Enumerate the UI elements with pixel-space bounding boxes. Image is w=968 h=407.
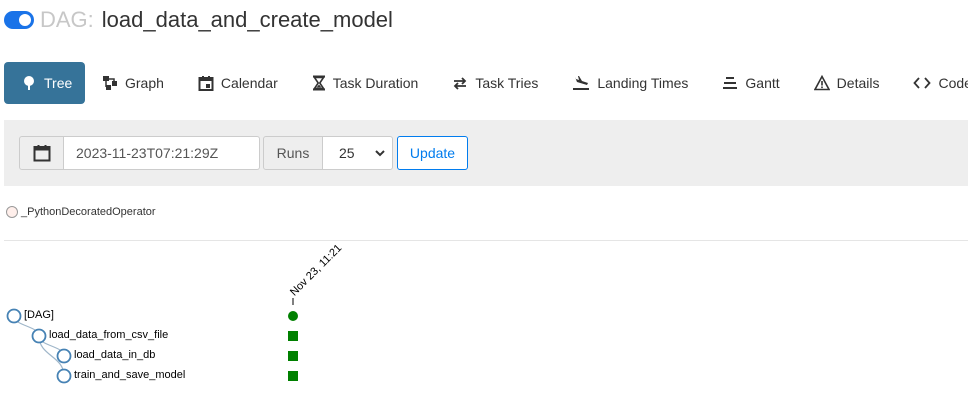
tab-label: Task Tries: [475, 75, 539, 91]
tab-label: Landing Times: [597, 75, 689, 91]
toggle-knob: [19, 14, 31, 26]
tab-label: Task Duration: [332, 75, 419, 91]
tab-gantt[interactable]: Gantt: [705, 62, 796, 104]
runs-label: Runs: [263, 136, 323, 170]
tab-calendar[interactable]: Calendar: [181, 62, 295, 104]
task-instance-status[interactable]: [288, 351, 298, 361]
tab-label: Gantt: [745, 75, 780, 91]
chevron-down-icon: [375, 150, 385, 157]
tree-node-train-and-save-model[interactable]: [56, 368, 72, 384]
code-icon: [913, 77, 932, 89]
tree-node-load-data-in-db[interactable]: [56, 348, 72, 364]
dag-toggle[interactable]: [4, 11, 34, 29]
operator-label: _PythonDecoratedOperator: [21, 206, 156, 218]
tree-label-load-data-from-csv-file[interactable]: load_data_from_csv_file: [49, 329, 168, 341]
tab-label: Graph: [125, 75, 164, 91]
runs-select[interactable]: 25: [322, 136, 393, 170]
tab-landing-times[interactable]: Landing Times: [555, 62, 705, 104]
filter-bar: 2023-11-23T07:21:29Z Runs 25 Update: [4, 120, 968, 186]
calendar-icon: [198, 76, 214, 91]
dag-run-status[interactable]: [288, 311, 298, 321]
graph-icon: [103, 76, 117, 90]
repeat-icon: [454, 77, 467, 90]
tree-label-load-data-in-db[interactable]: load_data_in_db: [74, 349, 155, 361]
update-button[interactable]: Update: [397, 136, 468, 170]
tree-node-load-data-from-csv-file[interactable]: [31, 328, 47, 344]
view-tabs: Tree Graph Calendar Task Duration Task T…: [4, 62, 968, 104]
tab-label: Tree: [44, 75, 73, 91]
tab-task-duration[interactable]: Task Duration: [295, 62, 436, 104]
tab-details[interactable]: Details: [797, 62, 897, 104]
dag-title: load_data_and_create_model: [101, 7, 393, 32]
tab-tree[interactable]: Tree: [4, 62, 85, 104]
tab-label: Details: [836, 75, 880, 91]
divider: [4, 240, 968, 241]
runs-value: 25: [339, 145, 355, 161]
task-instance-status[interactable]: [288, 371, 298, 381]
warning-triangle-icon: [813, 75, 830, 91]
operator-color-swatch: [6, 206, 18, 218]
gantt-icon: [723, 77, 738, 89]
tab-graph[interactable]: Graph: [85, 62, 181, 104]
calendar-icon: [33, 145, 50, 162]
task-instance-status[interactable]: [288, 331, 298, 341]
tree-node-dag[interactable]: [6, 308, 22, 324]
tab-label: Calendar: [220, 75, 278, 91]
base-date-input[interactable]: 2023-11-23T07:21:29Z: [64, 136, 260, 170]
tab-code[interactable]: Code: [896, 62, 968, 104]
landing-icon: [573, 76, 590, 90]
tab-label: Code: [938, 75, 968, 91]
dag-prefix: DAG:: [40, 7, 94, 32]
date-picker-button[interactable]: [19, 136, 64, 170]
operator-legend: _PythonDecoratedOperator: [6, 204, 156, 220]
tree-label-dag[interactable]: [DAG]: [24, 309, 54, 321]
tab-task-tries[interactable]: Task Tries: [435, 62, 555, 104]
tree-label-train-and-save-model[interactable]: train_and_save_model: [74, 369, 185, 381]
hourglass-icon: [312, 75, 325, 91]
tree-icon: [24, 76, 34, 90]
page-header: DAG: load_data_and_create_model: [4, 6, 393, 34]
